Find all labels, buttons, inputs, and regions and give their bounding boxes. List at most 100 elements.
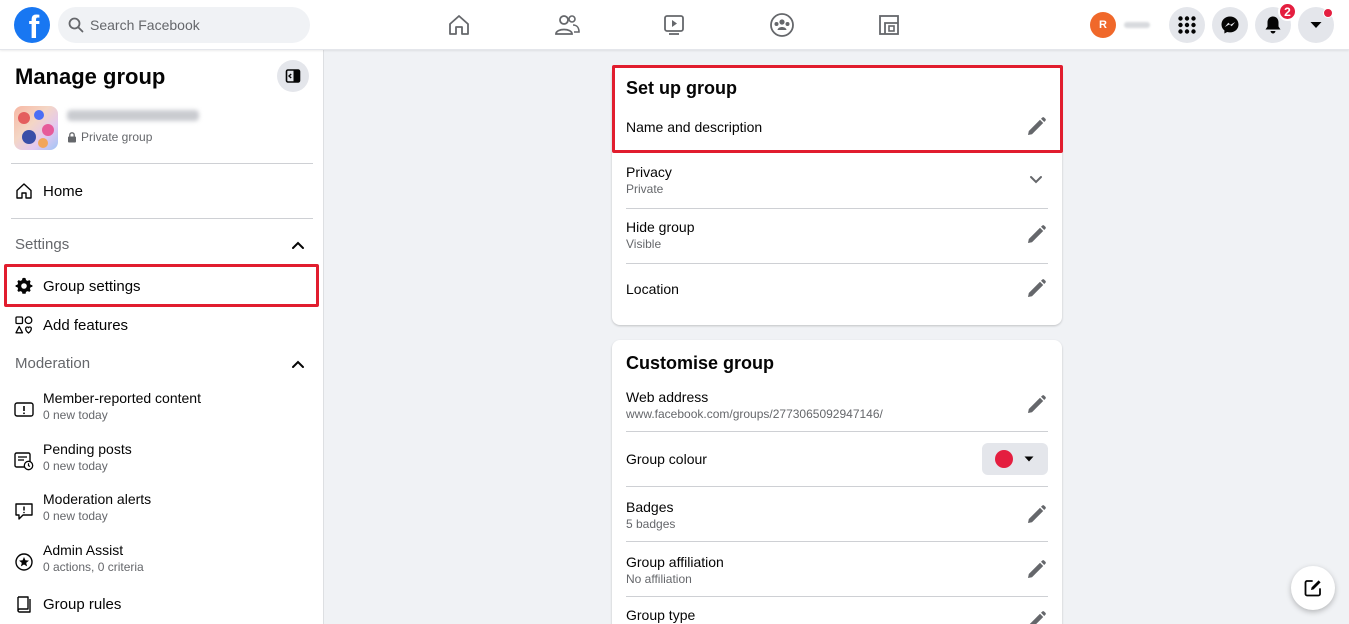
chevron-up-icon xyxy=(292,360,304,368)
rules-book-icon xyxy=(14,594,34,614)
moderation-item-subtitle: 0 new today xyxy=(43,408,108,422)
hide-group-row[interactable]: Hide group Visible xyxy=(626,217,1048,253)
facebook-logo-letter: f xyxy=(28,9,40,43)
gaming-icon[interactable] xyxy=(876,12,902,38)
search-input[interactable] xyxy=(90,17,290,33)
groups-icon[interactable] xyxy=(769,12,795,38)
group-affiliation-row[interactable]: Group affiliation No affiliation xyxy=(626,552,1048,588)
account-alert-dot xyxy=(1323,8,1333,18)
chevron-down-icon[interactable] xyxy=(1024,168,1048,192)
facebook-logo[interactable]: f xyxy=(14,7,50,43)
pencil-icon[interactable] xyxy=(1024,277,1048,301)
chevron-up-icon xyxy=(292,241,304,249)
section-title: Moderation xyxy=(15,355,91,372)
sidebar-item-group-settings[interactable]: Group settings xyxy=(4,266,318,306)
row-divider xyxy=(626,208,1048,209)
row-label: Group colour xyxy=(626,451,707,467)
new-message-button[interactable] xyxy=(1291,566,1335,610)
pencil-icon[interactable] xyxy=(1024,503,1048,527)
profile-name-blurred xyxy=(1124,22,1150,28)
sidebar-item-label: Home xyxy=(43,182,84,200)
location-row[interactable]: Location xyxy=(626,275,1048,303)
row-label: Hide group xyxy=(626,219,695,235)
sidebar-item-add-features[interactable]: Add features xyxy=(4,305,318,345)
row-label: Web address xyxy=(626,389,709,405)
sidebar-item-home[interactable]: Home xyxy=(4,171,318,211)
row-label: Name and description xyxy=(626,119,763,135)
pencil-icon[interactable] xyxy=(1024,115,1048,139)
top-navigation-bar: f R 2 xyxy=(0,0,1349,50)
group-privacy-row: Private group xyxy=(67,130,152,144)
colour-swatch xyxy=(995,450,1013,468)
gear-icon xyxy=(14,276,34,296)
colour-picker-button[interactable] xyxy=(982,443,1048,475)
moderation-section-header[interactable]: Moderation xyxy=(15,355,305,372)
sidebar-item-admin-assist[interactable]: Admin Assist 0 actions, 0 criteria xyxy=(4,542,318,574)
pencil-icon[interactable] xyxy=(1024,393,1048,417)
sidebar-divider xyxy=(11,163,313,164)
sidebar-item-group-rules[interactable]: Group rules xyxy=(4,584,318,624)
sidebar-item-pending-posts[interactable]: Pending posts 0 new today xyxy=(4,441,318,473)
sidebar-item-label: Add features xyxy=(43,316,129,334)
shapes-icon xyxy=(14,315,34,335)
row-value: www.facebook.com/groups/2773065092947146… xyxy=(626,407,883,421)
messenger-icon[interactable] xyxy=(1212,7,1248,43)
web-address-row[interactable]: Web address www.facebook.com/groups/2773… xyxy=(626,387,1048,423)
collapse-sidebar-button[interactable] xyxy=(277,60,309,92)
row-value: No affiliation xyxy=(626,572,692,586)
moderation-item-title: Moderation alerts xyxy=(43,491,152,507)
search-box[interactable] xyxy=(58,7,310,43)
compose-icon xyxy=(1304,580,1321,597)
privacy-row[interactable]: Privacy Private xyxy=(626,162,1048,198)
row-value: Visible xyxy=(626,237,662,251)
name-description-row[interactable]: Name and description xyxy=(626,113,1048,141)
badges-row[interactable]: Badges 5 badges xyxy=(626,497,1048,533)
sidebar-title: Manage group xyxy=(15,64,166,89)
home-outline-icon xyxy=(14,181,34,201)
row-label: Badges xyxy=(626,499,674,515)
group-colour-row: Group colour xyxy=(626,443,1048,475)
row-divider xyxy=(626,541,1048,542)
pencil-icon[interactable] xyxy=(1024,609,1048,624)
row-label: Group affiliation xyxy=(626,554,724,570)
pencil-icon[interactable] xyxy=(1024,558,1048,582)
sidebar-item-member-reported-content[interactable]: Member-reported content 0 new today xyxy=(4,390,318,422)
sidebar-item-moderation-alerts[interactable]: Moderation alerts 0 new today xyxy=(4,491,318,523)
group-type-row[interactable]: Group type xyxy=(626,607,1048,624)
sidebar-divider xyxy=(11,218,313,219)
customise-group-title: Customise group xyxy=(626,353,775,373)
report-icon xyxy=(14,400,34,420)
home-icon[interactable] xyxy=(446,12,472,38)
row-label: Group type xyxy=(626,607,696,623)
row-divider xyxy=(626,263,1048,264)
notification-badge: 2 xyxy=(1278,2,1297,21)
moderation-item-title: Member-reported content xyxy=(43,390,201,406)
sidebar-item-label: Group settings xyxy=(43,277,141,295)
customise-group-card: Customise group Web address www.facebook… xyxy=(612,340,1062,624)
row-label: Location xyxy=(626,281,679,297)
group-cover-thumbnail[interactable] xyxy=(14,106,58,150)
menu-grid-icon[interactable] xyxy=(1169,7,1205,43)
sidebar-item-label: Group rules xyxy=(43,595,122,613)
pencil-icon[interactable] xyxy=(1024,223,1048,247)
search-icon xyxy=(68,17,84,33)
manage-group-sidebar: Manage group Private group Home Settings… xyxy=(0,50,324,624)
friends-icon[interactable] xyxy=(554,12,580,38)
watch-icon[interactable] xyxy=(661,12,687,38)
group-privacy-label: Private group xyxy=(81,130,153,144)
setup-group-card: Set up group Name and description Privac… xyxy=(612,66,1062,325)
avatar: R xyxy=(1090,12,1116,38)
row-divider xyxy=(626,486,1048,487)
row-value: Private xyxy=(626,182,664,196)
collapse-panel-icon xyxy=(285,69,301,83)
moderation-item-subtitle: 0 new today xyxy=(43,509,108,523)
moderation-item-title: Admin Assist xyxy=(43,542,124,558)
admin-assist-icon xyxy=(14,552,34,572)
row-divider xyxy=(626,431,1048,432)
group-name-blurred[interactable] xyxy=(67,110,199,121)
settings-section-header[interactable]: Settings xyxy=(15,236,305,253)
moderation-item-subtitle: 0 actions, 0 criteria xyxy=(43,560,144,574)
profile-chip[interactable]: R xyxy=(1090,12,1150,38)
row-value: 5 badges xyxy=(626,517,676,531)
row-label: Privacy xyxy=(626,164,672,180)
